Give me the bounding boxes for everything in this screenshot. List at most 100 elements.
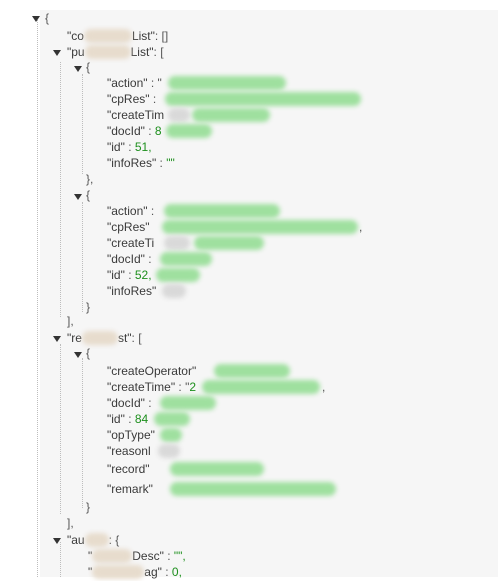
redacted-value — [165, 92, 361, 106]
review-item-close: } — [86, 500, 91, 514]
redacted-value — [170, 482, 336, 496]
redacted-value — [162, 284, 186, 298]
redacted-value — [160, 252, 212, 266]
id-value: 52, — [134, 268, 152, 282]
createtime-key: "createTi — [107, 236, 155, 250]
collapse-toggle-review-item[interactable] — [74, 352, 82, 358]
redacted-value — [168, 76, 286, 90]
indent-guide-review — [60, 344, 61, 514]
redacted-value — [192, 108, 270, 122]
redacted-value — [166, 124, 212, 138]
publishing-list-line: "pu List": [ — [67, 42, 164, 60]
review-item-record: "record" — [107, 460, 150, 478]
id-sep: : — [124, 140, 135, 154]
cpres-sep: : — [149, 92, 157, 106]
collapse-toggle-publishing-list[interactable] — [53, 50, 61, 56]
pub-item-1-infores: "infoRes" : "" — [107, 154, 175, 172]
pub-item-2-close: } — [86, 300, 91, 314]
redacted-key-text — [84, 533, 109, 547]
author-open: : { — [108, 533, 120, 547]
reason-key: "reasonl — [107, 444, 151, 458]
id-key: "id" — [107, 140, 125, 154]
remark-key: "remark" — [107, 482, 153, 496]
infores-sep: : — [156, 156, 167, 170]
cpres-key: "cpRes" — [107, 92, 150, 106]
collapse-toggle-author[interactable] — [53, 538, 61, 544]
review-list-line: "re st": [ — [67, 328, 142, 346]
comment-list-key-suffix: List" — [131, 29, 155, 43]
indent-guide-review-item — [82, 358, 83, 508]
publishing-list-key-prefix: "pu — [67, 45, 85, 59]
root-open-brace: { — [45, 11, 50, 25]
id-value: 51, — [134, 140, 152, 154]
record-key: "record" — [107, 462, 150, 476]
docid-value: 8 — [154, 124, 162, 138]
comment-list-key-prefix: "co — [67, 29, 84, 43]
redacted-value — [160, 396, 216, 410]
pub-item-2-open: { — [86, 188, 91, 202]
docid-sep: : — [144, 252, 152, 266]
indent-guide-author — [60, 542, 61, 577]
redacted-value — [202, 380, 320, 394]
indent-guide-root — [37, 20, 38, 577]
pub-item-1-open: { — [86, 60, 91, 74]
id-sep: : — [124, 412, 135, 426]
publishing-list-open: : [ — [153, 45, 164, 59]
redacted-key-text — [83, 29, 132, 43]
docid-sep: : — [144, 124, 155, 138]
review-item-reason: "reasonl — [107, 442, 151, 460]
action-key: "action" — [107, 76, 148, 90]
collapse-toggle-root[interactable] — [32, 16, 40, 22]
id-sep: : — [124, 268, 135, 282]
redacted-value — [154, 412, 190, 426]
redacted-key-text — [84, 45, 131, 59]
infores-key: "infoRes" — [107, 284, 157, 298]
infores-key: "infoRes" — [107, 156, 157, 170]
review-item-remark: "remark" — [107, 480, 153, 498]
publishing-list-key-suffix: List" — [130, 45, 154, 59]
infores-value: "" — [166, 156, 175, 170]
author-desc-sep: : — [163, 549, 174, 563]
author-desc-value: "", — [173, 549, 186, 563]
docid-sep: : — [144, 396, 152, 410]
collapse-toggle-pub-item-1[interactable] — [74, 66, 82, 72]
pub-item-2-cpres-tail: , — [359, 220, 363, 234]
redacted-key-text — [158, 444, 180, 458]
createtime-key: "createTim — [107, 108, 165, 122]
indent-guide-pub-item-2 — [82, 202, 83, 312]
author-desc-key-suffix: Desc" — [132, 549, 164, 563]
docid-key: "docId" — [107, 124, 145, 138]
cpres-key: "cpRes" — [107, 220, 150, 234]
createtime-value: 2 — [189, 380, 197, 394]
review-item-open: { — [86, 346, 91, 360]
action-sep: : " — [147, 76, 162, 90]
comment-list-value: : [] — [154, 29, 169, 43]
createtime-sep: : " — [175, 380, 190, 394]
review-list-open: : [ — [131, 331, 142, 345]
review-list-key-suffix: st" — [117, 331, 132, 345]
optype-key: "opType" — [107, 428, 155, 442]
indent-guide-pub-item-1 — [82, 74, 83, 174]
collapse-toggle-pub-item-2[interactable] — [74, 194, 82, 200]
docid-key: "docId" — [107, 252, 145, 266]
redacted-value — [164, 204, 280, 218]
collapse-toggle-review-list[interactable] — [53, 336, 61, 342]
redacted-value — [162, 220, 358, 234]
redacted-value — [214, 364, 290, 378]
redacted-key-text — [92, 549, 133, 563]
json-viewer: { "co List": [] "pu List": [ { "action" : … — [0, 0, 498, 580]
redacted-value — [170, 462, 264, 476]
author-flag-line: " ag" : 0, — [88, 562, 182, 580]
id-key: "id" — [107, 268, 125, 282]
author-key-prefix: "au — [67, 533, 85, 547]
review-createtime-tail: , — [322, 380, 326, 394]
docid-key: "docId" — [107, 396, 145, 410]
redacted-key-text — [168, 108, 190, 122]
pub-item-2-infores: "infoRes" — [107, 282, 156, 300]
redacted-value — [156, 268, 200, 282]
redacted-value — [160, 428, 182, 442]
action-sep: : — [147, 204, 155, 218]
id-value: 84 — [134, 412, 149, 426]
indent-guide-publishing — [60, 62, 61, 317]
review-list-key-prefix: "re — [67, 331, 82, 345]
